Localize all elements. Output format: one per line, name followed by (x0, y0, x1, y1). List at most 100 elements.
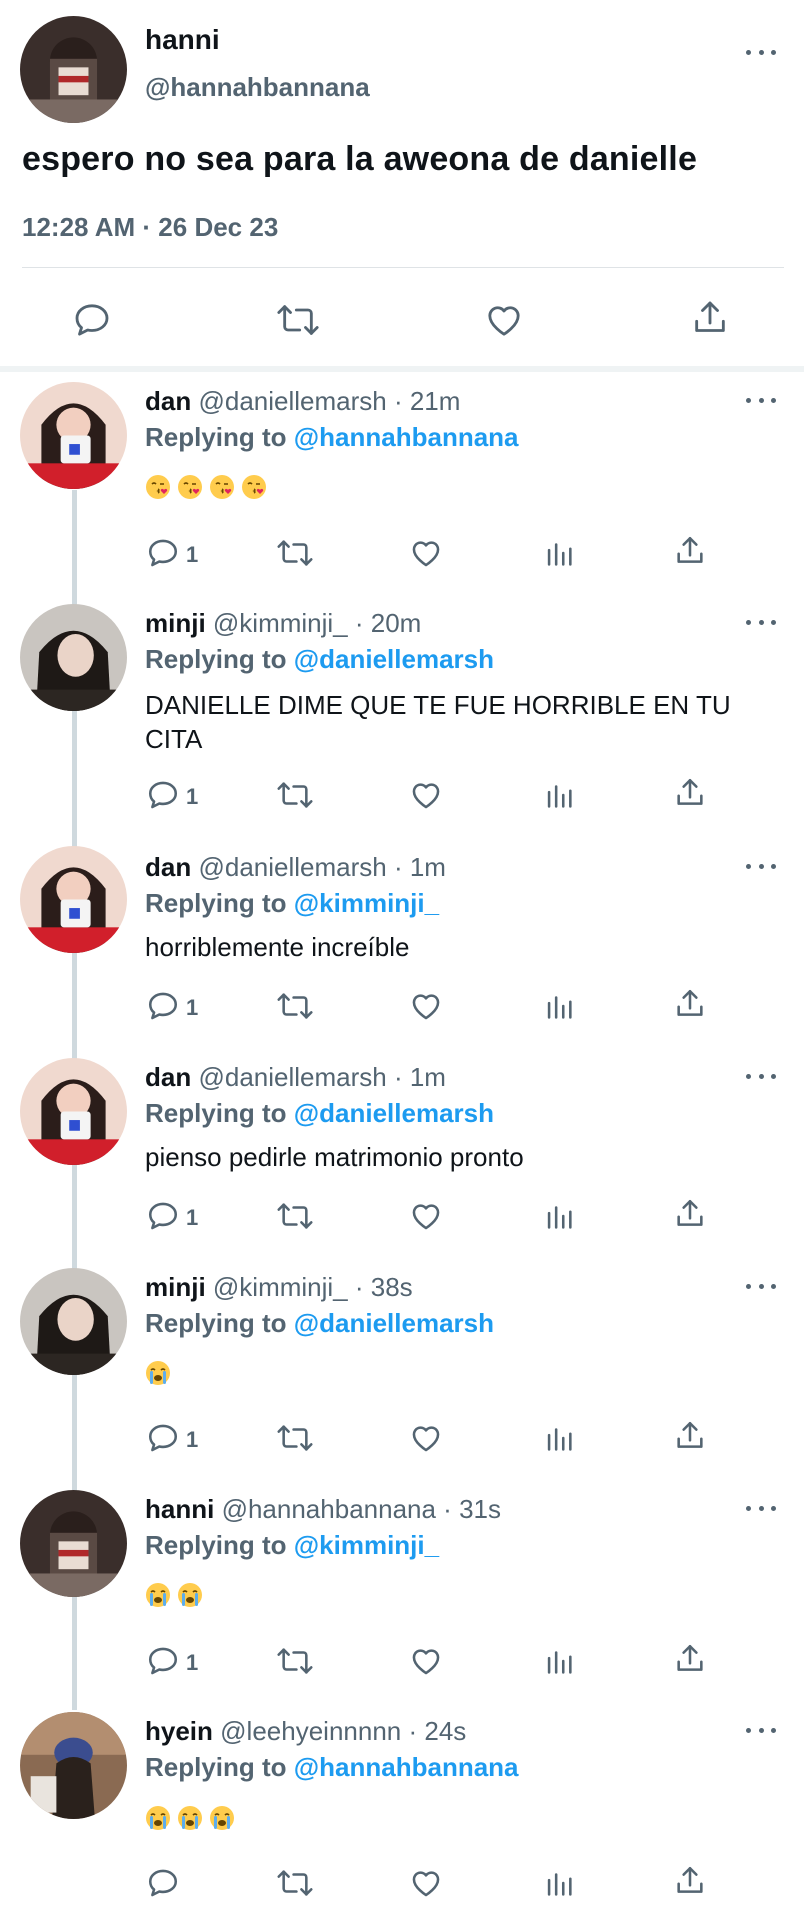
replying-to: Replying to @daniellemarsh (145, 1308, 495, 1338)
reply-author-name[interactable]: dan (145, 386, 191, 416)
more-options-icon[interactable] (746, 1503, 776, 1513)
reply-author-name[interactable]: minji (145, 608, 206, 638)
reply-emoji (145, 474, 267, 500)
more-options-icon[interactable] (746, 47, 776, 57)
more-options-icon[interactable] (746, 1071, 776, 1081)
retweet-icon[interactable] (276, 1866, 314, 1900)
avatar-dan[interactable] (20, 382, 127, 489)
reply-author-handle[interactable]: @kimminji_ (213, 608, 348, 638)
analytics-icon[interactable] (542, 536, 576, 570)
tweet-timestamp[interactable]: 12:28 AM · 26 Dec 23 (22, 212, 278, 243)
reply-icon[interactable] (146, 778, 180, 812)
avatar-minji[interactable] (20, 604, 127, 711)
retweet-icon[interactable] (276, 1199, 314, 1233)
reply-icon[interactable] (146, 536, 180, 570)
more-options-icon[interactable] (746, 1725, 776, 1735)
mention-link[interactable]: @kimminji_ (294, 1530, 439, 1560)
more-options-icon[interactable] (746, 1281, 776, 1291)
reply-time[interactable]: 20m (371, 608, 422, 638)
mention-link[interactable]: @daniellemarsh (294, 644, 494, 674)
section-divider (0, 366, 804, 372)
replying-to: Replying to @hannahbannana (145, 422, 519, 452)
reply-author-name[interactable]: dan (145, 852, 191, 882)
retweet-icon[interactable] (276, 1421, 314, 1455)
mention-link[interactable]: @kimminji_ (294, 888, 439, 918)
like-icon[interactable] (409, 1866, 443, 1900)
reply-icon[interactable] (146, 1199, 180, 1233)
reply-time[interactable]: 38s (371, 1272, 413, 1302)
mention-link[interactable]: @hannahbannana (294, 422, 519, 452)
reply-time[interactable]: 1m (410, 1062, 446, 1092)
retweet-icon[interactable] (276, 300, 320, 340)
loudly-crying-face-emoji (178, 1806, 202, 1830)
reply-time[interactable]: 21m (410, 386, 461, 416)
avatar-minji[interactable] (20, 1268, 127, 1375)
reply-author-name[interactable]: dan (145, 1062, 191, 1092)
author-name[interactable]: hanni (145, 24, 220, 56)
mention-link[interactable]: @daniellemarsh (294, 1308, 494, 1338)
share-icon[interactable] (673, 1419, 707, 1453)
reply-text: pienso pedirle matrimonio pronto (145, 1142, 524, 1172)
share-icon[interactable] (673, 1642, 707, 1676)
reply-author-handle[interactable]: @kimminji_ (213, 1272, 348, 1302)
like-icon[interactable] (409, 778, 443, 812)
reply-header: dan @daniellemarsh · 21m (145, 386, 461, 416)
mention-link[interactable]: @hannahbannana (294, 1752, 519, 1782)
avatar-dan[interactable] (20, 846, 127, 953)
retweet-icon[interactable] (276, 536, 314, 570)
replying-to: Replying to @daniellemarsh (145, 644, 495, 674)
share-icon[interactable] (673, 1864, 707, 1898)
tweet-text: espero no sea para la aweona de danielle (22, 140, 698, 178)
analytics-icon[interactable] (542, 1866, 576, 1900)
reply-icon[interactable] (146, 1421, 180, 1455)
reply-icon[interactable] (146, 989, 180, 1023)
reply-author-handle[interactable]: @daniellemarsh (198, 852, 386, 882)
share-icon[interactable] (673, 1197, 707, 1231)
more-options-icon[interactable] (746, 617, 776, 627)
reply-time[interactable]: 24s (424, 1716, 466, 1746)
avatar-hyein[interactable] (20, 1712, 127, 1819)
like-icon[interactable] (484, 300, 524, 340)
like-icon[interactable] (409, 1199, 443, 1233)
face-blowing-kiss-emoji (242, 475, 266, 499)
share-icon[interactable] (673, 987, 707, 1021)
reply-author-handle[interactable]: @leehyeinnnnn (220, 1716, 401, 1746)
analytics-icon[interactable] (542, 1421, 576, 1455)
analytics-icon[interactable] (542, 989, 576, 1023)
retweet-icon[interactable] (276, 1644, 314, 1678)
like-icon[interactable] (409, 1644, 443, 1678)
mention-link[interactable]: @daniellemarsh (294, 1098, 494, 1128)
like-icon[interactable] (409, 1421, 443, 1455)
like-icon[interactable] (409, 536, 443, 570)
share-icon[interactable] (673, 534, 707, 568)
reply-header: hyein @leehyeinnnnn · 24s (145, 1716, 467, 1746)
author-handle[interactable]: @hannahbannana (145, 72, 370, 103)
share-icon[interactable] (673, 776, 707, 810)
reply-author-handle[interactable]: @hannahbannana (222, 1494, 436, 1524)
reply-icon[interactable] (72, 300, 112, 340)
avatar-hanni[interactable] (20, 16, 127, 123)
reply-author-name[interactable]: hyein (145, 1716, 213, 1746)
reply-time[interactable]: 1m (410, 852, 446, 882)
retweet-icon[interactable] (276, 778, 314, 812)
avatar-dan[interactable] (20, 1058, 127, 1165)
reply-emoji (145, 1582, 203, 1608)
more-options-icon[interactable] (746, 395, 776, 405)
loudly-crying-face-emoji (178, 1583, 202, 1607)
reply-author-name[interactable]: hanni (145, 1494, 214, 1524)
retweet-icon[interactable] (276, 989, 314, 1023)
reply-author-handle[interactable]: @daniellemarsh (198, 386, 386, 416)
reply-time[interactable]: 31s (459, 1494, 501, 1524)
like-icon[interactable] (409, 989, 443, 1023)
analytics-icon[interactable] (542, 1199, 576, 1233)
reply-author-name[interactable]: minji (145, 1272, 206, 1302)
reply-icon[interactable] (146, 1644, 180, 1678)
analytics-icon[interactable] (542, 1644, 576, 1678)
reply-author-handle[interactable]: @daniellemarsh (198, 1062, 386, 1092)
more-options-icon[interactable] (746, 861, 776, 871)
loudly-crying-face-emoji (146, 1583, 170, 1607)
share-icon[interactable] (690, 298, 730, 338)
avatar-hanni[interactable] (20, 1490, 127, 1597)
reply-icon[interactable] (146, 1866, 180, 1900)
analytics-icon[interactable] (542, 778, 576, 812)
